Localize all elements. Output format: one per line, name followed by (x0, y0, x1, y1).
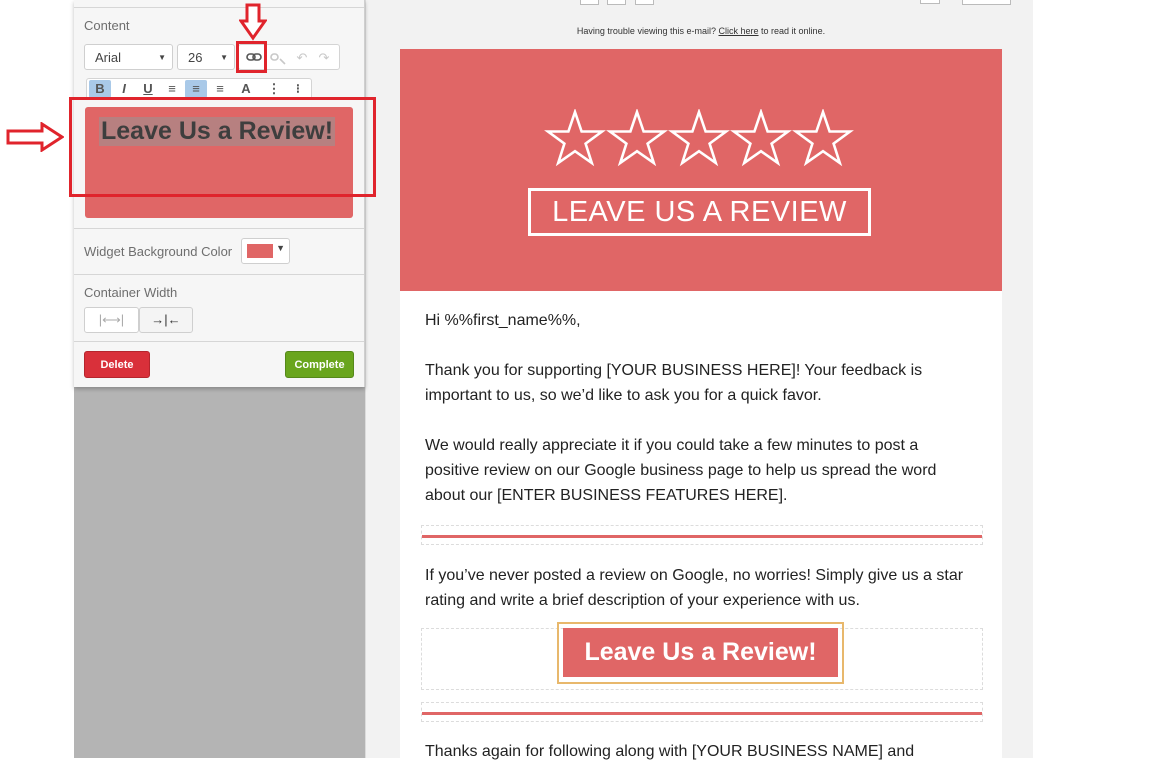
panel-divider (74, 228, 364, 229)
text-color-icon[interactable]: A (235, 80, 257, 98)
unordered-list-icon[interactable]: ⁝ (287, 80, 309, 98)
align-right-icon[interactable]: ≡ (209, 80, 231, 98)
annotation-box-text (69, 97, 376, 197)
align-left-icon[interactable]: ≡ (161, 80, 183, 98)
paragraph-3[interactable]: If you’ve never posted a review on Googl… (425, 563, 975, 613)
content-label: Content (84, 18, 130, 33)
arrow-down-icon (239, 3, 267, 41)
font-family-value: Arial (95, 50, 122, 65)
divider-block[interactable] (421, 702, 983, 722)
panel-divider (74, 7, 364, 8)
widget-bg-color-picker[interactable]: ▼ (241, 238, 290, 264)
page-background-left (0, 0, 74, 758)
panel-divider (74, 341, 364, 342)
view-online-notice: Having trouble viewing this e-mail? Clic… (400, 26, 1002, 36)
layout-desktop-icon[interactable] (580, 0, 599, 5)
ordered-list-icon[interactable]: ⋮ (263, 80, 285, 98)
trouble-suffix: to read it online. (761, 26, 826, 36)
divider-line (422, 712, 982, 715)
greeting-text[interactable]: Hi %%first_name%%, (425, 308, 985, 333)
five-stars-icon (544, 109, 854, 167)
page-background-right (1033, 0, 1169, 758)
delete-button[interactable]: Delete (84, 351, 150, 378)
align-center-icon[interactable]: ≡ (185, 80, 207, 98)
width-fixed-button[interactable]: →|← (139, 307, 193, 333)
widget-bg-label: Widget Background Color (84, 244, 233, 259)
undo-icon[interactable]: ↶ (293, 49, 311, 67)
font-size-value: 26 (188, 50, 203, 65)
layout-mobile-icon[interactable] (635, 0, 654, 5)
complete-button[interactable]: Complete (285, 351, 354, 378)
paragraph-2[interactable]: We would really appreciate it if you cou… (425, 433, 955, 508)
width-full-button[interactable]: |⟷| (84, 307, 139, 333)
width-full-icon: |⟷| (98, 312, 125, 327)
hero-title-frame: LEAVE US A REVIEW (528, 188, 871, 236)
font-family-select[interactable]: Arial ▼ (84, 44, 173, 70)
unlink-icon[interactable] (269, 49, 287, 67)
chevron-down-icon: ▼ (276, 243, 285, 253)
font-size-select[interactable]: 26 ▼ (177, 44, 235, 70)
paragraph-1[interactable]: Thank you for supporting [YOUR BUSINESS … (425, 358, 945, 408)
underline-button[interactable]: U (137, 80, 159, 98)
click-here-link[interactable]: Click here (719, 26, 759, 36)
zoom-field[interactable] (962, 0, 1011, 5)
bold-button[interactable]: B (89, 80, 111, 98)
chevron-down-icon: ▼ (158, 53, 166, 62)
trouble-prefix: Having trouble viewing this e-mail? (576, 26, 716, 36)
color-swatch (247, 244, 273, 258)
layout-tablet-icon[interactable] (607, 0, 626, 5)
hero-banner[interactable]: LEAVE US A REVIEW (400, 49, 1002, 291)
redo-icon[interactable]: ↷ (315, 49, 333, 67)
divider-block[interactable] (421, 525, 983, 545)
preview-checkbox[interactable] (920, 0, 940, 4)
italic-button[interactable]: I (113, 80, 135, 98)
arrow-right-icon (6, 122, 64, 152)
chevron-down-icon: ▼ (220, 53, 228, 62)
leave-review-button[interactable]: Leave Us a Review! (563, 628, 838, 677)
divider-line (422, 535, 982, 538)
paragraph-4[interactable]: Thanks again for following along with [Y… (425, 739, 985, 764)
container-width-label: Container Width (84, 285, 178, 300)
width-fixed-icon: →|← (151, 312, 181, 327)
panel-divider (74, 274, 364, 275)
hero-title: LEAVE US A REVIEW (552, 196, 847, 228)
annotation-box-link (236, 41, 267, 73)
